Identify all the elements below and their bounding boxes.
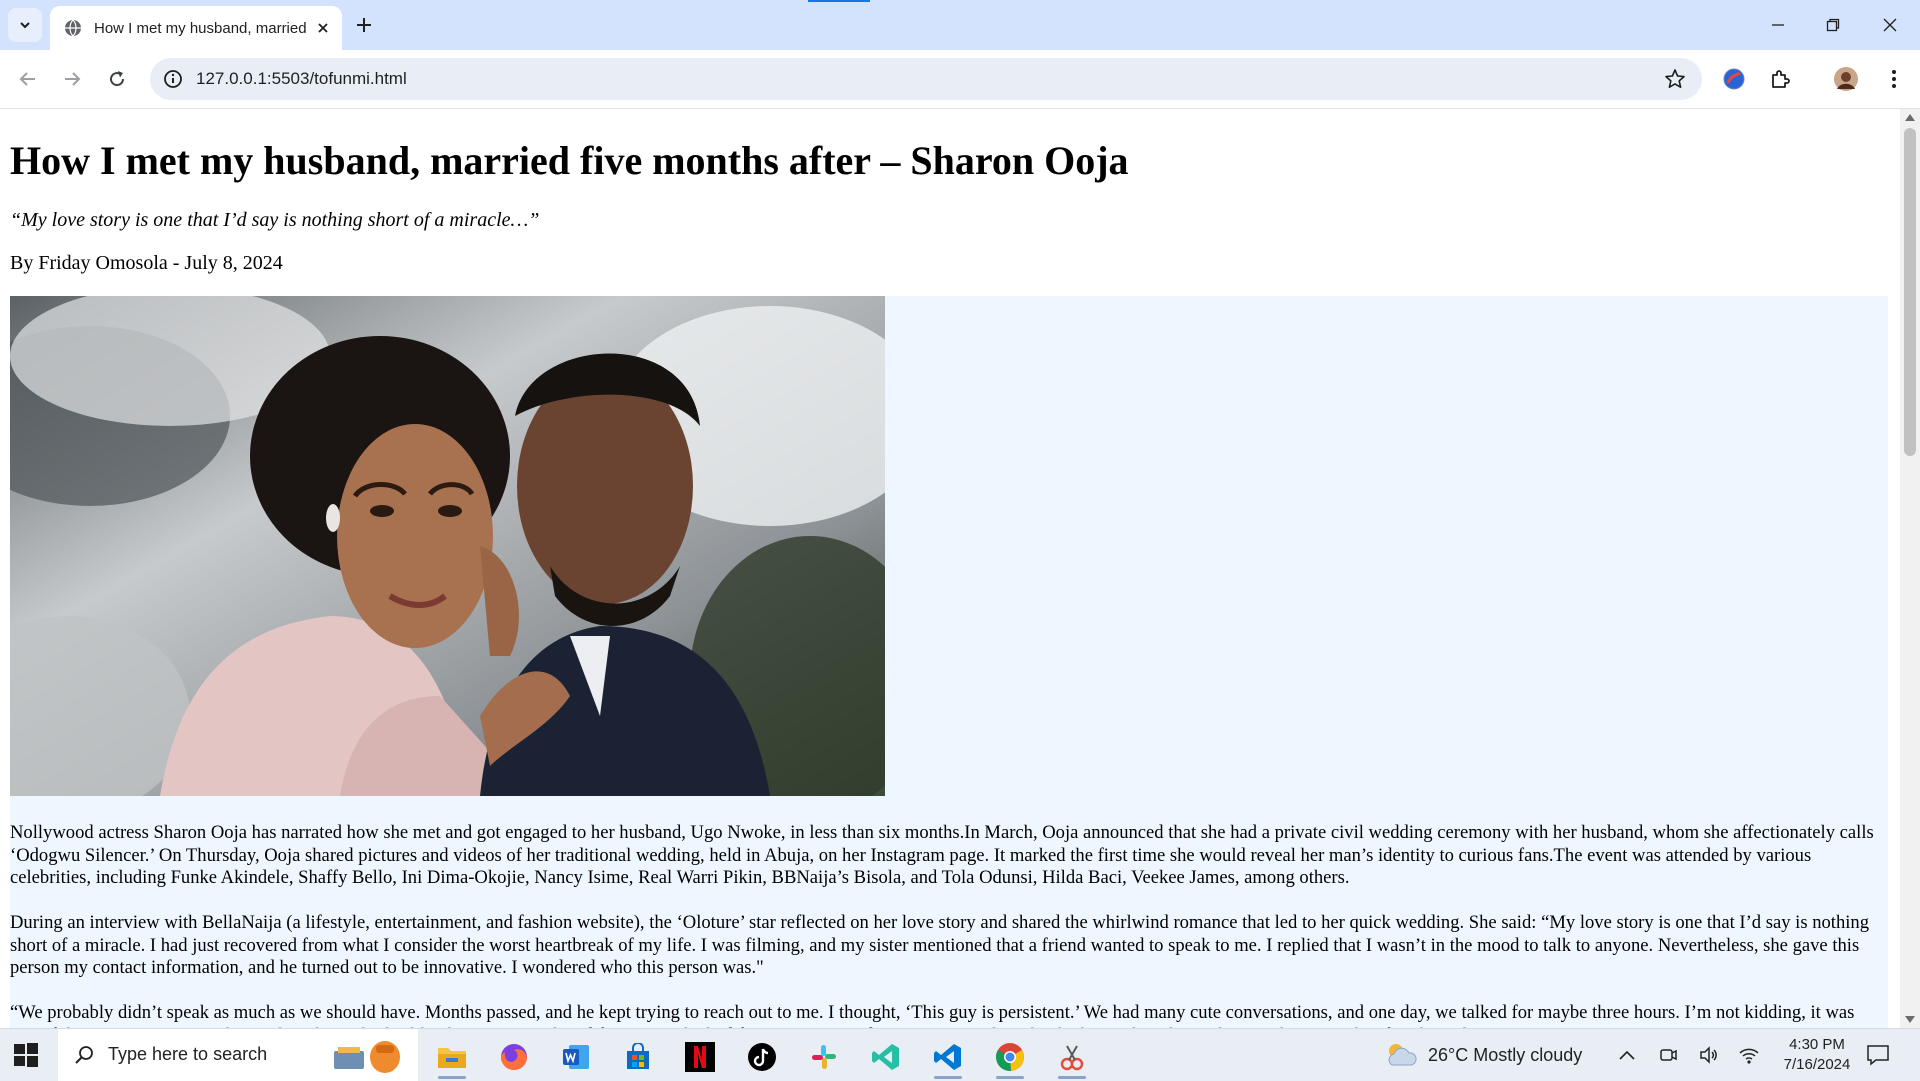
- restore-button[interactable]: [1813, 10, 1853, 40]
- site-info-icon[interactable]: [162, 68, 184, 90]
- chevron-up-icon: [1619, 1050, 1635, 1060]
- reload-icon: [110, 71, 125, 87]
- url-text[interactable]: 127.0.0.1:5503/tofunmi.html: [196, 69, 407, 89]
- file-explorer-icon[interactable]: [430, 1035, 474, 1079]
- vscode-insiders-icon[interactable]: [864, 1035, 908, 1079]
- tab-strip: How I met my husband, married five month…: [0, 0, 1920, 50]
- globe-icon: [64, 19, 82, 37]
- close-window-button[interactable]: [1870, 10, 1910, 40]
- microsoft-store-icon[interactable]: [616, 1035, 660, 1079]
- snipping-tool-icon[interactable]: [1050, 1035, 1094, 1079]
- clock-time: 4:30 PM: [1789, 1036, 1845, 1053]
- browser-tab[interactable]: How I met my husband, married five month…: [50, 6, 342, 50]
- running-indicator: [996, 1076, 1024, 1079]
- windows-logo-icon: [14, 1043, 38, 1067]
- plus-icon: [357, 18, 371, 32]
- weather-text: 26°C Mostly cloudy: [1428, 1044, 1583, 1065]
- cloud-sun-icon: [1388, 1044, 1417, 1066]
- extension-globe-icon[interactable]: [1720, 65, 1748, 93]
- article-subtitle: “My love story is one that I’d say is no…: [10, 209, 540, 231]
- reload-button[interactable]: [103, 65, 131, 93]
- article-byline: By Friday Omosola - July 8, 2024: [10, 252, 283, 274]
- search-placeholder[interactable]: Type here to search: [108, 1044, 267, 1065]
- search-highlight-icon: [334, 1041, 400, 1073]
- vscode-icon[interactable]: [926, 1035, 970, 1079]
- slack-icon[interactable]: [802, 1035, 846, 1079]
- scrollbar-thumb[interactable]: [1904, 128, 1916, 456]
- meet-now-icon[interactable]: [1658, 1029, 1678, 1081]
- windows-start-button[interactable]: [12, 1041, 40, 1069]
- article-headline: How I met my husband, married five month…: [10, 138, 1129, 183]
- tab-search-button[interactable]: [8, 8, 42, 42]
- notification-icon: [1867, 1045, 1889, 1066]
- bookmark-star-icon[interactable]: [1664, 68, 1686, 90]
- extensions-puzzle-icon[interactable]: [1766, 65, 1794, 93]
- restore-icon: [1826, 18, 1840, 32]
- forward-button[interactable]: [58, 65, 86, 93]
- netflix-icon[interactable]: [678, 1035, 722, 1079]
- couple-photo: [10, 296, 885, 796]
- page-viewport: How I met my husband, married five month…: [0, 109, 1900, 1028]
- browser-toolbar: 127.0.0.1:5503/tofunmi.html: [0, 50, 1920, 109]
- system-clock[interactable]: 4:30 PM 7/16/2024: [1770, 1035, 1864, 1075]
- firefox-icon[interactable]: [492, 1035, 536, 1079]
- menu-kebab-icon[interactable]: [1880, 65, 1908, 93]
- volume-icon[interactable]: [1698, 1029, 1720, 1081]
- arrow-right-icon: [65, 72, 81, 86]
- article-paragraph: Nollywood actress Sharon Ooja has narrat…: [10, 822, 1874, 888]
- clock-date: 7/16/2024: [1783, 1056, 1851, 1073]
- notification-center-button[interactable]: [1866, 1029, 1890, 1081]
- chrome-icon[interactable]: [988, 1035, 1032, 1079]
- new-tab-button[interactable]: [352, 13, 376, 37]
- minimize-button[interactable]: [1758, 10, 1798, 40]
- taskbar-search[interactable]: Type here to search: [58, 1029, 418, 1081]
- chevron-down-icon: [20, 22, 30, 29]
- profile-avatar[interactable]: [1832, 65, 1860, 93]
- running-indicator: [1058, 1076, 1086, 1079]
- article-paragraph: During an interview with BellaNaija (a l…: [10, 912, 1870, 978]
- windows-taskbar: Type here to search 26°C Mostly cloudy 4…: [0, 1028, 1920, 1081]
- loading-indicator: [808, 0, 870, 2]
- close-icon: [318, 23, 328, 33]
- close-icon: [1883, 18, 1897, 32]
- running-indicator: [934, 1076, 962, 1079]
- scroll-up-arrow-icon[interactable]: [1905, 114, 1915, 121]
- address-bar[interactable]: 127.0.0.1:5503/tofunmi.html: [150, 58, 1702, 100]
- running-indicator: [438, 1076, 466, 1079]
- minimize-icon: [1772, 24, 1784, 26]
- back-button[interactable]: [14, 65, 42, 93]
- tab-title: How I met my husband, married five month…: [94, 19, 306, 37]
- close-tab-button[interactable]: [312, 17, 334, 39]
- show-hidden-icons-button[interactable]: [1618, 1029, 1636, 1081]
- weather-widget[interactable]: 26°C Mostly cloudy: [1384, 1029, 1582, 1081]
- tiktok-icon[interactable]: [740, 1035, 784, 1079]
- vertical-scrollbar[interactable]: [1900, 109, 1920, 1028]
- arrow-left-icon: [19, 72, 35, 86]
- article-paragraph: “We probably didn’t speak as much as we …: [10, 1002, 1855, 1028]
- scroll-down-arrow-icon[interactable]: [1905, 1016, 1915, 1023]
- word-icon[interactable]: [554, 1035, 598, 1079]
- search-icon: [72, 1043, 96, 1067]
- network-wifi-icon[interactable]: [1738, 1029, 1760, 1081]
